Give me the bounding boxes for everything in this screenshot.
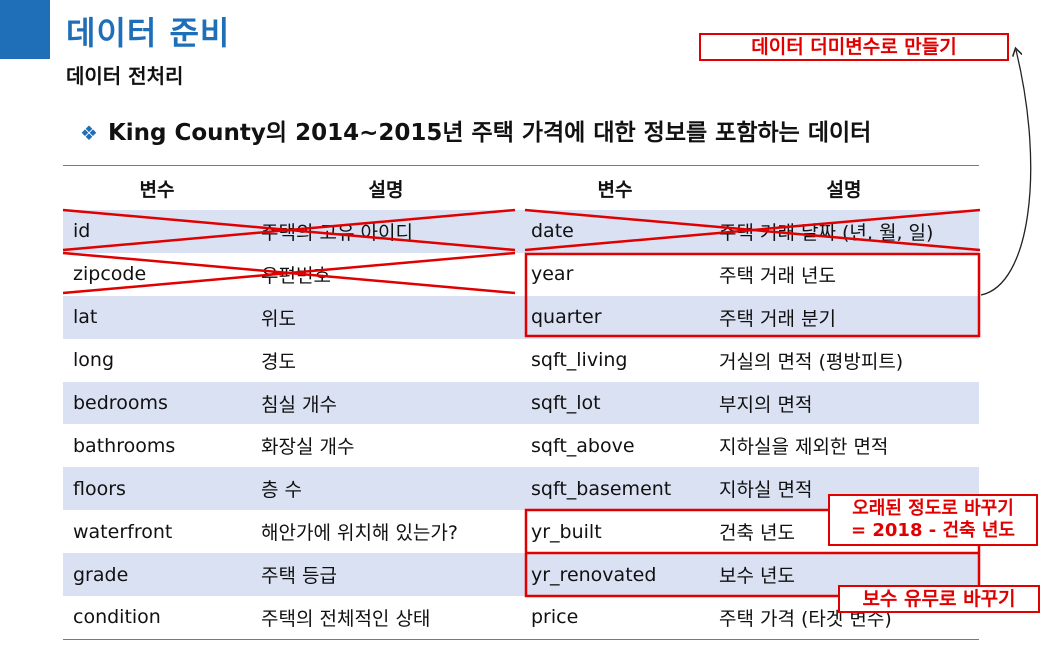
diamond-bullet-icon: ❖ [80, 121, 98, 145]
variable-name: quarter [521, 295, 709, 339]
variable-description: 층 수 [251, 467, 521, 511]
header-description: 설명 [826, 178, 862, 201]
table-row: lat 위도 quarter 주택 거래 분기 [63, 295, 979, 339]
variable-name: condition [73, 606, 161, 629]
variable-description: 위도 [251, 295, 521, 339]
header-variable: 변수 [139, 178, 175, 201]
variable-description: 주택 등급 [251, 553, 521, 597]
header-description: 설명 [368, 178, 404, 201]
table-row: id 주택의 고유 아이디 date 주택 거래 날짜 (년, 월, 일) [63, 210, 979, 253]
variable-description: 거실의 면적 (평방피트) [719, 350, 904, 373]
variable-name: price [531, 606, 579, 629]
variable-description: 경도 [261, 350, 296, 373]
variable-name: id [63, 210, 251, 253]
variable-name: bedrooms [63, 381, 251, 425]
variable-description: 주택 거래 년도 [719, 264, 836, 287]
variable-name: waterfront [73, 520, 173, 543]
variable-description: 침실 개수 [251, 381, 521, 425]
table-row: bedrooms 침실 개수 sqft_lot 부지의 면적 [63, 381, 979, 425]
variable-description: 해안가에 위치해 있는가? [261, 522, 458, 545]
variable-description: 주택의 고유 아이디 [251, 210, 521, 253]
variable-name: bathrooms [73, 434, 176, 457]
variable-description: 우편번호 [261, 264, 331, 287]
callout-arrow-icon [980, 50, 1032, 296]
variable-name: zipcode [73, 263, 147, 286]
table-row: bathrooms 화장실 개수 sqft_above 지하실을 제외한 면적 [63, 424, 979, 467]
dataset-description-text: King County의 2014~2015년 주택 가격에 대한 정보를 포함… [107, 120, 872, 146]
variable-description: 주택 거래 날짜 (년, 월, 일) [709, 210, 979, 253]
page-subtitle: 데이터 전처리 [66, 64, 184, 88]
variable-name: lat [63, 295, 251, 339]
variable-description: 화장실 개수 [261, 436, 355, 459]
renovation-callout: 보수 유무로 바꾸기 [838, 585, 1040, 613]
variable-table: 변수 설명 변수 설명 id 주택의 고유 아이디 date 주택 거래 날짜 … [63, 165, 979, 640]
dummy-variable-callout: 데이터 더미변수로 만들기 [699, 33, 1009, 61]
variable-name: long [73, 349, 115, 372]
variable-description: 주택의 전체적인 상태 [261, 607, 431, 630]
variable-name: grade [63, 553, 251, 597]
variable-description: 지하실을 제외한 면적 [719, 436, 889, 459]
table-row: zipcode 우편번호 year 주택 거래 년도 [63, 253, 979, 296]
variable-name: floors [63, 467, 251, 511]
variable-name: date [521, 210, 709, 253]
variable-name: sqft_basement [521, 467, 709, 511]
variable-name: sqft_lot [521, 381, 709, 425]
variable-name: year [531, 263, 574, 286]
building-age-callout: 오래된 정도로 바꾸기 = 2018 - 건축 년도 [828, 494, 1038, 546]
building-age-callout-line1: 오래된 정도로 바꾸기 [852, 498, 1014, 519]
table-row: long 경도 sqft_living 거실의 면적 (평방피트) [63, 339, 979, 382]
variable-name: yr_built [531, 520, 602, 543]
table-header-row: 변수 설명 변수 설명 [63, 166, 979, 211]
variable-name: sqft_living [531, 349, 628, 372]
building-age-callout-line2: = 2018 - 건축 년도 [851, 520, 1015, 541]
page-title: 데이터 준비 [66, 14, 231, 52]
header-variable: 변수 [597, 178, 633, 201]
dataset-description: ❖ King County의 2014~2015년 주택 가격에 대한 정보를 포… [80, 113, 871, 147]
variable-description: 부지의 면적 [709, 381, 979, 425]
variable-name: yr_renovated [521, 553, 709, 597]
title-accent-block [0, 0, 50, 59]
variable-name: sqft_above [531, 434, 635, 457]
variable-description: 주택 거래 분기 [709, 295, 979, 339]
